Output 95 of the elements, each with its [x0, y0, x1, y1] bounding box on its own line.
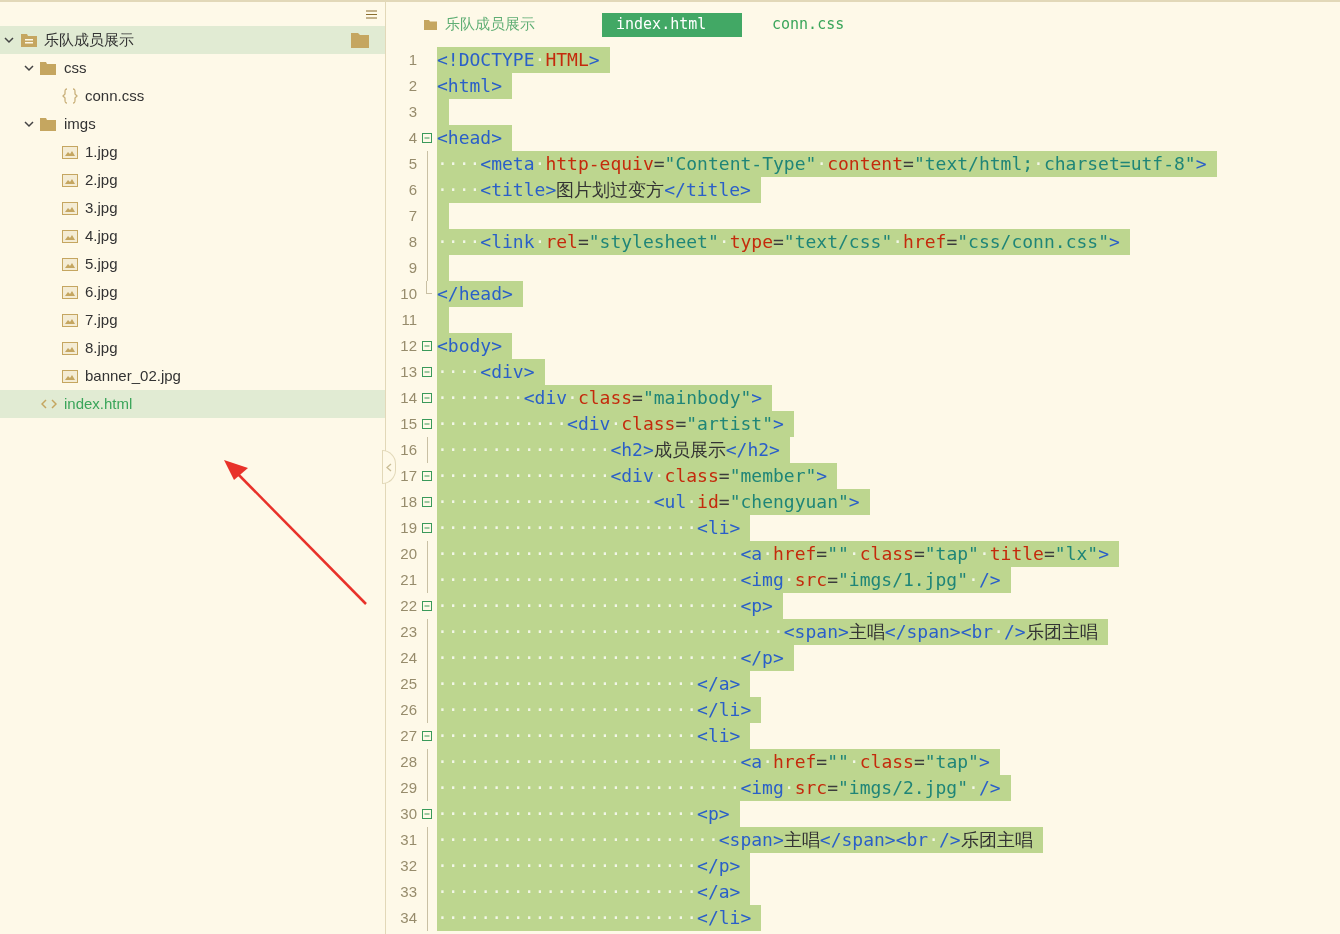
- item-label: 5.jpg: [85, 253, 118, 274]
- line-number: 14: [400, 388, 417, 408]
- fold-icon[interactable]: [422, 367, 432, 377]
- fold-icon[interactable]: [422, 523, 432, 533]
- line-number: 11: [401, 310, 417, 330]
- tree-item[interactable]: 2.jpg: [0, 166, 385, 194]
- tree-item[interactable]: banner_02.jpg: [0, 362, 385, 390]
- item-label: css: [64, 57, 87, 78]
- item-label: banner_02.jpg: [85, 365, 181, 386]
- fold-icon[interactable]: [422, 809, 432, 819]
- image-icon: [61, 257, 78, 271]
- item-label: 乐队成员展示: [44, 29, 134, 50]
- item-label: 4.jpg: [85, 225, 118, 246]
- collapse-handle[interactable]: [382, 450, 396, 484]
- line-number: 25: [400, 674, 417, 694]
- tree-item[interactable]: 8.jpg: [0, 334, 385, 362]
- line-number: 6: [408, 180, 417, 200]
- braces-icon: [61, 88, 78, 104]
- line-number: 18: [400, 492, 417, 512]
- item-label: 3.jpg: [85, 197, 118, 218]
- tree-item[interactable]: 5.jpg: [0, 250, 385, 278]
- line-number: 3: [408, 102, 417, 122]
- line-number: 33: [400, 882, 417, 902]
- line-number: 12: [400, 336, 417, 356]
- line-number: 32: [400, 856, 417, 876]
- line-number: 26: [400, 700, 417, 720]
- fold-icon[interactable]: [422, 133, 432, 143]
- line-number: 21: [400, 570, 417, 590]
- folder-icon: [20, 33, 37, 47]
- line-number: 29: [400, 778, 417, 798]
- fold-icon[interactable]: [422, 731, 432, 741]
- fold-icon[interactable]: [422, 601, 432, 611]
- image-icon: [61, 341, 78, 355]
- image-icon: [61, 173, 78, 187]
- line-number: 23: [400, 622, 417, 642]
- image-icon: [61, 313, 78, 327]
- tree-item[interactable]: 4.jpg: [0, 222, 385, 250]
- line-number: 9: [408, 258, 417, 278]
- image-icon: [61, 369, 78, 383]
- fold-icon[interactable]: [422, 341, 432, 351]
- line-number: 34: [400, 908, 417, 928]
- image-icon: [61, 201, 78, 215]
- tree-item[interactable]: 乐队成员展示: [0, 26, 385, 54]
- folder-icon: [40, 61, 57, 75]
- tree-item[interactable]: 6.jpg: [0, 278, 385, 306]
- line-number: 8: [408, 232, 417, 252]
- item-label: imgs: [64, 113, 96, 134]
- line-number: 15: [400, 414, 417, 434]
- line-number: 22: [400, 596, 417, 616]
- fold-icon[interactable]: [422, 471, 432, 481]
- item-label: 6.jpg: [85, 281, 118, 302]
- line-number: 4: [408, 128, 417, 148]
- project-label: 乐队成员展示: [445, 14, 535, 35]
- tree-item[interactable]: css: [0, 54, 385, 82]
- folder-icon: [40, 117, 57, 131]
- line-number: 28: [400, 752, 417, 772]
- tree-item[interactable]: 3.jpg: [0, 194, 385, 222]
- image-icon: [61, 145, 78, 159]
- chevron-down-icon[interactable]: [24, 64, 34, 72]
- tree-item[interactable]: conn.css: [0, 82, 385, 110]
- image-icon: [61, 285, 78, 299]
- menu-icon[interactable]: [366, 9, 377, 19]
- line-number: 31: [400, 830, 417, 850]
- line-number: 16: [400, 440, 417, 460]
- item-label: 7.jpg: [85, 309, 118, 330]
- line-number: 17: [400, 466, 417, 486]
- code-icon: [40, 398, 57, 410]
- line-number: 5: [408, 154, 417, 174]
- item-label: 2.jpg: [85, 169, 118, 190]
- fold-icon[interactable]: [422, 419, 432, 429]
- chevron-left-icon: [386, 462, 392, 472]
- line-number: 7: [408, 206, 417, 226]
- line-number: 27: [400, 726, 417, 746]
- folder-icon: [424, 19, 437, 30]
- chevron-down-icon[interactable]: [4, 36, 14, 44]
- line-number: 24: [400, 648, 417, 668]
- line-number: 20: [400, 544, 417, 564]
- fold-icon[interactable]: [422, 393, 432, 403]
- item-label: 8.jpg: [85, 337, 118, 358]
- tree-item[interactable]: imgs: [0, 110, 385, 138]
- item-label: index.html: [64, 393, 133, 414]
- item-label: 1.jpg: [85, 141, 118, 162]
- line-number: 2: [408, 76, 417, 96]
- item-label: conn.css: [85, 85, 145, 106]
- tree-item[interactable]: 1.jpg: [0, 138, 385, 166]
- line-number: 10: [400, 284, 417, 304]
- folder-icon[interactable]: [351, 32, 369, 48]
- line-number: 30: [400, 804, 417, 824]
- fold-icon[interactable]: [422, 497, 432, 507]
- image-icon: [61, 229, 78, 243]
- chevron-down-icon[interactable]: [24, 120, 34, 128]
- line-number: 1: [408, 50, 417, 70]
- tree-item[interactable]: 7.jpg: [0, 306, 385, 334]
- line-number: 13: [400, 362, 417, 382]
- line-number: 19: [400, 518, 417, 538]
